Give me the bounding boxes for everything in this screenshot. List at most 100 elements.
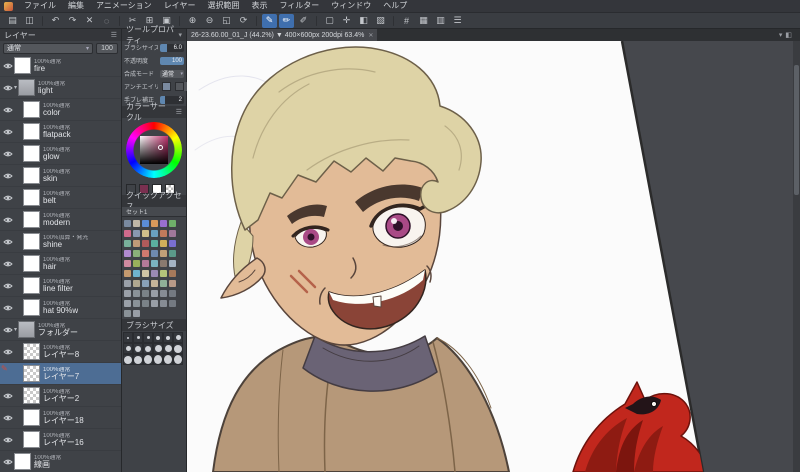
- quick-access-tool[interactable]: [159, 258, 168, 268]
- visibility-eye-icon[interactable]: [2, 348, 14, 356]
- fit-screen-icon[interactable]: ◱: [219, 14, 234, 28]
- quick-access-tool[interactable]: [159, 228, 168, 238]
- menu-item[interactable]: ファイル: [18, 0, 62, 12]
- layer-name[interactable]: fire: [34, 64, 61, 73]
- layer-name[interactable]: skin: [43, 174, 70, 183]
- quick-access-tool[interactable]: [168, 218, 177, 228]
- layer-row[interactable]: ✎ ▾ 100%通常 レイヤー16: [0, 429, 121, 451]
- brush-tool-icon[interactable]: ✏: [279, 13, 294, 28]
- folder-caret-icon[interactable]: ▾: [14, 326, 17, 333]
- visibility-eye-icon[interactable]: [2, 128, 14, 136]
- quick-access-tool[interactable]: [141, 258, 150, 268]
- visibility-eye-icon[interactable]: [2, 304, 14, 312]
- brush-size-cell[interactable]: [163, 332, 173, 343]
- layer-thumbnail[interactable]: [23, 233, 40, 250]
- layer-thumbnail[interactable]: [23, 211, 40, 228]
- layer-thumbnail[interactable]: [23, 299, 40, 316]
- brush-size-cell[interactable]: [143, 354, 153, 365]
- quick-access-tool[interactable]: [150, 238, 159, 248]
- layer-thumbnail[interactable]: [23, 277, 40, 294]
- quick-access-tool[interactable]: [123, 268, 132, 278]
- quick-access-tool[interactable]: [168, 278, 177, 288]
- brush-size-cell[interactable]: [133, 332, 143, 343]
- menu-item[interactable]: 表示: [245, 0, 273, 12]
- quick-access-tool[interactable]: [168, 268, 177, 278]
- visibility-eye-icon[interactable]: [2, 326, 14, 334]
- brush-size-cell[interactable]: [163, 343, 173, 354]
- visibility-eye-icon[interactable]: [2, 392, 14, 400]
- quick-access-tool[interactable]: [141, 238, 150, 248]
- quick-access-tool[interactable]: [159, 238, 168, 248]
- layer-row[interactable]: ✎ ▾ 100%通常 light: [0, 77, 121, 99]
- layer-row[interactable]: ✎ ▾ 100%通常 レイヤー18: [0, 407, 121, 429]
- brush-size-cell[interactable]: [133, 354, 143, 365]
- quick-access-tool[interactable]: [150, 258, 159, 268]
- layer-name[interactable]: レイヤー2: [43, 394, 79, 403]
- brush-size-cell[interactable]: [143, 332, 153, 343]
- layer-thumbnail[interactable]: [14, 57, 31, 74]
- visibility-eye-icon[interactable]: [2, 106, 14, 114]
- menu-item[interactable]: レイヤー: [158, 0, 202, 12]
- layer-thumbnail[interactable]: [23, 145, 40, 162]
- quick-access-tool[interactable]: [123, 298, 132, 308]
- open-file-icon[interactable]: ▤: [5, 14, 20, 28]
- layer-name[interactable]: 線画: [34, 460, 61, 469]
- quick-access-tool[interactable]: [132, 308, 141, 318]
- document-tab[interactable]: 26-23.60.00_01_J (44.2%) ▼ 400×600px 200…: [187, 29, 378, 41]
- layer-row[interactable]: ✎ ▾ 100%通常 hat 90%w: [0, 297, 121, 319]
- layer-name[interactable]: hair: [43, 262, 70, 271]
- layer-row[interactable]: ✎ ▾ 100%通常 skin: [0, 165, 121, 187]
- ruler-icon[interactable]: #: [399, 14, 414, 28]
- layer-row[interactable]: ✎ ▾ 100%加算・発光 shine: [0, 231, 121, 253]
- layer-row[interactable]: ✎ ▾ 100%通常 レイヤー7: [0, 363, 121, 385]
- quick-access-tool[interactable]: [123, 238, 132, 248]
- layer-row[interactable]: ✎ ▾ 100%通常 レイヤー2: [0, 385, 121, 407]
- blend-mode-select[interactable]: 通常 ▾: [3, 42, 93, 54]
- visibility-eye-icon[interactable]: [2, 172, 14, 180]
- property-control[interactable]: 2: [160, 95, 184, 104]
- panel-menu-icon[interactable]: ☰: [111, 31, 117, 39]
- quick-access-tool[interactable]: [132, 298, 141, 308]
- quick-access-tool[interactable]: [141, 218, 150, 228]
- layer-thumbnail[interactable]: [23, 431, 40, 448]
- quick-access-tool[interactable]: [123, 258, 132, 268]
- brush-size-cell[interactable]: [133, 343, 143, 354]
- visibility-eye-icon[interactable]: [2, 84, 14, 92]
- quick-access-tool[interactable]: [168, 288, 177, 298]
- menu-item[interactable]: アニメーション: [90, 0, 158, 12]
- quick-access-tool[interactable]: [150, 248, 159, 258]
- visibility-eye-icon[interactable]: [2, 458, 14, 466]
- layer-thumbnail[interactable]: [23, 123, 40, 140]
- quick-access-tool[interactable]: [141, 248, 150, 258]
- quick-access-tool[interactable]: [141, 288, 150, 298]
- quick-access-tool[interactable]: [123, 218, 132, 228]
- layer-row[interactable]: ✎ ▾ 100%通常 belt: [0, 187, 121, 209]
- redo-icon[interactable]: ↷: [65, 14, 80, 28]
- property-control[interactable]: 通常: [160, 69, 184, 78]
- layer-name[interactable]: line filter: [43, 284, 73, 293]
- layer-name[interactable]: belt: [43, 196, 70, 205]
- quick-access-tool[interactable]: [168, 248, 177, 258]
- property-control[interactable]: 100: [160, 56, 184, 65]
- folder-caret-icon[interactable]: ▾: [14, 84, 17, 91]
- quick-access-tool[interactable]: [150, 278, 159, 288]
- menu-item[interactable]: フィルター: [273, 0, 325, 12]
- layer-row[interactable]: ✎ ▾ 100%通常 hair: [0, 253, 121, 275]
- layer-name[interactable]: light: [38, 86, 65, 95]
- quick-access-tool[interactable]: [159, 218, 168, 228]
- layer-thumbnail[interactable]: [23, 387, 40, 404]
- brush-size-cell[interactable]: [153, 354, 163, 365]
- deselect-icon[interactable]: ◌: [99, 14, 114, 28]
- quick-access-tool[interactable]: [123, 308, 132, 318]
- アンチエイリアス[interactable]: アンチエイリアス: [122, 80, 186, 93]
- layer-row[interactable]: ✎ ▾ 100%通常 glow: [0, 143, 121, 165]
- quick-access-tool[interactable]: [132, 268, 141, 278]
- quick-access-tool[interactable]: [132, 288, 141, 298]
- 合成モード[interactable]: 合成モード 通常: [122, 67, 186, 80]
- quick-access-tool[interactable]: [132, 248, 141, 258]
- layer-thumbnail[interactable]: [23, 101, 40, 118]
- vertical-scrollbar[interactable]: [793, 41, 800, 472]
- layer-name[interactable]: shine: [43, 240, 88, 249]
- layer-row[interactable]: ✎ ▾ 100%通常 color: [0, 99, 121, 121]
- quick-access-tool[interactable]: [150, 268, 159, 278]
